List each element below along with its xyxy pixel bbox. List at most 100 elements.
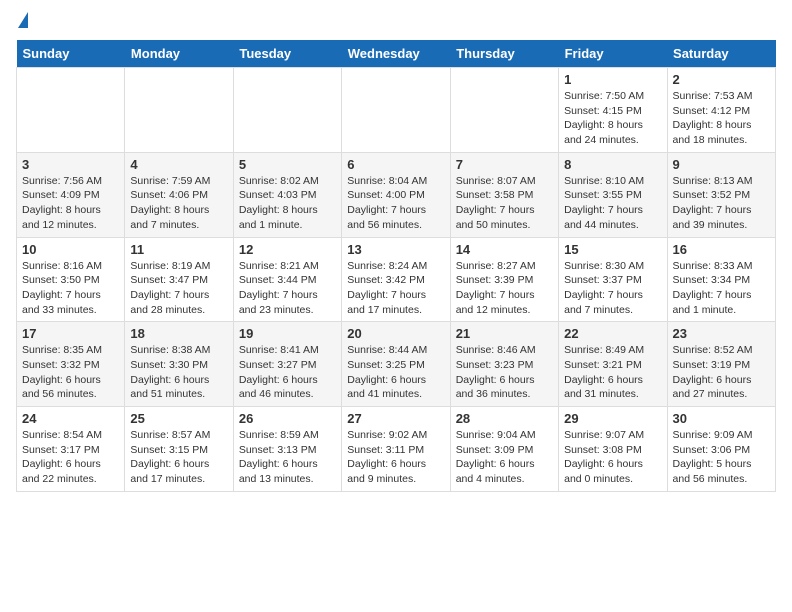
header-saturday: Saturday — [667, 40, 775, 68]
calendar-table: Sunday Monday Tuesday Wednesday Thursday… — [16, 40, 776, 492]
day-number: 25 — [130, 411, 227, 426]
week-row-4: 17 Sunrise: 8:35 AM Sunset: 3:32 PM Dayli… — [17, 322, 776, 407]
day-info: Sunrise: 9:07 AM Sunset: 3:08 PM Dayligh… — [564, 428, 661, 487]
calendar-cell: 23 Sunrise: 8:52 AM Sunset: 3:19 PM Dayli… — [667, 322, 775, 407]
day-number: 27 — [347, 411, 444, 426]
day-number: 18 — [130, 326, 227, 341]
week-row-1: 1 Sunrise: 7:50 AM Sunset: 4:15 PM Daylig… — [17, 68, 776, 153]
day-info: Sunrise: 8:52 AM Sunset: 3:19 PM Dayligh… — [673, 343, 770, 402]
day-number: 17 — [22, 326, 119, 341]
day-number: 19 — [239, 326, 336, 341]
day-number: 4 — [130, 157, 227, 172]
day-number: 13 — [347, 242, 444, 257]
day-number: 15 — [564, 242, 661, 257]
calendar-cell: 16Sunrise: 8:33 AM Sunset: 3:34 PM Dayli… — [667, 237, 775, 322]
logo — [16, 16, 28, 32]
calendar-cell: 15 Sunrise: 8:30 AM Sunset: 3:37 PM Dayli… — [559, 237, 667, 322]
calendar-cell: 17 Sunrise: 8:35 AM Sunset: 3:32 PM Dayli… — [17, 322, 125, 407]
calendar-cell — [450, 68, 558, 153]
day-number: 10 — [22, 242, 119, 257]
header-friday: Friday — [559, 40, 667, 68]
day-info: Sunrise: 8:46 AM Sunset: 3:23 PM Dayligh… — [456, 343, 553, 402]
day-info: Sunrise: 7:59 AM Sunset: 4:06 PM Dayligh… — [130, 174, 227, 233]
calendar-cell: 4 Sunrise: 7:59 AM Sunset: 4:06 PM Daylig… — [125, 152, 233, 237]
week-row-2: 3 Sunrise: 7:56 AM Sunset: 4:09 PM Daylig… — [17, 152, 776, 237]
day-info: Sunrise: 8:27 AM Sunset: 3:39 PM Dayligh… — [456, 259, 553, 318]
day-number: 20 — [347, 326, 444, 341]
calendar-cell: 20 Sunrise: 8:44 AM Sunset: 3:25 PM Dayli… — [342, 322, 450, 407]
calendar-cell: 9 Sunrise: 8:13 AM Sunset: 3:52 PM Daylig… — [667, 152, 775, 237]
day-number: 28 — [456, 411, 553, 426]
calendar-cell — [342, 68, 450, 153]
day-number: 14 — [456, 242, 553, 257]
day-info: Sunrise: 9:02 AM Sunset: 3:11 PM Dayligh… — [347, 428, 444, 487]
day-info: Sunrise: 8:54 AM Sunset: 3:17 PM Dayligh… — [22, 428, 119, 487]
day-number: 5 — [239, 157, 336, 172]
day-info: Sunrise: 7:56 AM Sunset: 4:09 PM Dayligh… — [22, 174, 119, 233]
calendar-body: 1 Sunrise: 7:50 AM Sunset: 4:15 PM Daylig… — [17, 68, 776, 492]
calendar-cell: 27 Sunrise: 9:02 AM Sunset: 3:11 PM Dayli… — [342, 407, 450, 492]
day-info: Sunrise: 8:35 AM Sunset: 3:32 PM Dayligh… — [22, 343, 119, 402]
page-header — [16, 16, 776, 32]
calendar-cell: 21 Sunrise: 8:46 AM Sunset: 3:23 PM Dayli… — [450, 322, 558, 407]
day-number: 7 — [456, 157, 553, 172]
calendar-cell: 2 Sunrise: 7:53 AM Sunset: 4:12 PM Daylig… — [667, 68, 775, 153]
day-number: 11 — [130, 242, 227, 257]
day-number: 2 — [673, 72, 770, 87]
day-number: 21 — [456, 326, 553, 341]
day-number: 3 — [22, 157, 119, 172]
day-number: 23 — [673, 326, 770, 341]
calendar-cell: 5 Sunrise: 8:02 AM Sunset: 4:03 PM Daylig… — [233, 152, 341, 237]
header-row: Sunday Monday Tuesday Wednesday Thursday… — [17, 40, 776, 68]
day-number: 29 — [564, 411, 661, 426]
calendar-cell: 22Sunrise: 8:49 AM Sunset: 3:21 PM Dayli… — [559, 322, 667, 407]
day-info: Sunrise: 8:49 AM Sunset: 3:21 PM Dayligh… — [564, 343, 661, 402]
day-number: 12 — [239, 242, 336, 257]
day-number: 8 — [564, 157, 661, 172]
calendar-cell — [233, 68, 341, 153]
day-info: Sunrise: 7:53 AM Sunset: 4:12 PM Dayligh… — [673, 89, 770, 148]
day-number: 24 — [22, 411, 119, 426]
day-info: Sunrise: 8:24 AM Sunset: 3:42 PM Dayligh… — [347, 259, 444, 318]
calendar-cell: 12 Sunrise: 8:21 AM Sunset: 3:44 PM Dayli… — [233, 237, 341, 322]
day-number: 26 — [239, 411, 336, 426]
week-row-3: 10 Sunrise: 8:16 AM Sunset: 3:50 PM Dayli… — [17, 237, 776, 322]
calendar-cell: 25 Sunrise: 8:57 AM Sunset: 3:15 PM Dayli… — [125, 407, 233, 492]
calendar-cell: 18 Sunrise: 8:38 AM Sunset: 3:30 PM Dayli… — [125, 322, 233, 407]
day-number: 1 — [564, 72, 661, 87]
calendar-cell: 10 Sunrise: 8:16 AM Sunset: 3:50 PM Dayli… — [17, 237, 125, 322]
day-info: Sunrise: 9:09 AM Sunset: 3:06 PM Dayligh… — [673, 428, 770, 487]
calendar-cell: 14 Sunrise: 8:27 AM Sunset: 3:39 PM Dayli… — [450, 237, 558, 322]
day-number: 9 — [673, 157, 770, 172]
day-info: Sunrise: 7:50 AM Sunset: 4:15 PM Dayligh… — [564, 89, 661, 148]
calendar-cell: 24 Sunrise: 8:54 AM Sunset: 3:17 PM Dayli… — [17, 407, 125, 492]
calendar-cell: 13 Sunrise: 8:24 AM Sunset: 3:42 PM Dayli… — [342, 237, 450, 322]
day-info: Sunrise: 8:07 AM Sunset: 3:58 PM Dayligh… — [456, 174, 553, 233]
calendar-cell: 8Sunrise: 8:10 AM Sunset: 3:55 PM Daylig… — [559, 152, 667, 237]
day-number: 16 — [673, 242, 770, 257]
calendar-header: Sunday Monday Tuesday Wednesday Thursday… — [17, 40, 776, 68]
calendar-cell: 29 Sunrise: 9:07 AM Sunset: 3:08 PM Dayli… — [559, 407, 667, 492]
day-number: 6 — [347, 157, 444, 172]
day-info: Sunrise: 8:21 AM Sunset: 3:44 PM Dayligh… — [239, 259, 336, 318]
calendar-cell: 28Sunrise: 9:04 AM Sunset: 3:09 PM Dayli… — [450, 407, 558, 492]
day-info: Sunrise: 8:19 AM Sunset: 3:47 PM Dayligh… — [130, 259, 227, 318]
day-info: Sunrise: 8:16 AM Sunset: 3:50 PM Dayligh… — [22, 259, 119, 318]
calendar-cell: 3 Sunrise: 7:56 AM Sunset: 4:09 PM Daylig… — [17, 152, 125, 237]
day-info: Sunrise: 8:41 AM Sunset: 3:27 PM Dayligh… — [239, 343, 336, 402]
header-sunday: Sunday — [17, 40, 125, 68]
day-info: Sunrise: 8:57 AM Sunset: 3:15 PM Dayligh… — [130, 428, 227, 487]
calendar-cell: 26Sunrise: 8:59 AM Sunset: 3:13 PM Dayli… — [233, 407, 341, 492]
day-info: Sunrise: 8:44 AM Sunset: 3:25 PM Dayligh… — [347, 343, 444, 402]
day-info: Sunrise: 8:04 AM Sunset: 4:00 PM Dayligh… — [347, 174, 444, 233]
day-info: Sunrise: 8:13 AM Sunset: 3:52 PM Dayligh… — [673, 174, 770, 233]
calendar-cell: 6 Sunrise: 8:04 AM Sunset: 4:00 PM Daylig… — [342, 152, 450, 237]
header-tuesday: Tuesday — [233, 40, 341, 68]
day-info: Sunrise: 8:38 AM Sunset: 3:30 PM Dayligh… — [130, 343, 227, 402]
week-row-5: 24 Sunrise: 8:54 AM Sunset: 3:17 PM Dayli… — [17, 407, 776, 492]
day-info: Sunrise: 8:30 AM Sunset: 3:37 PM Dayligh… — [564, 259, 661, 318]
day-info: Sunrise: 8:02 AM Sunset: 4:03 PM Dayligh… — [239, 174, 336, 233]
calendar-cell — [125, 68, 233, 153]
calendar-cell: 7 Sunrise: 8:07 AM Sunset: 3:58 PM Daylig… — [450, 152, 558, 237]
header-thursday: Thursday — [450, 40, 558, 68]
